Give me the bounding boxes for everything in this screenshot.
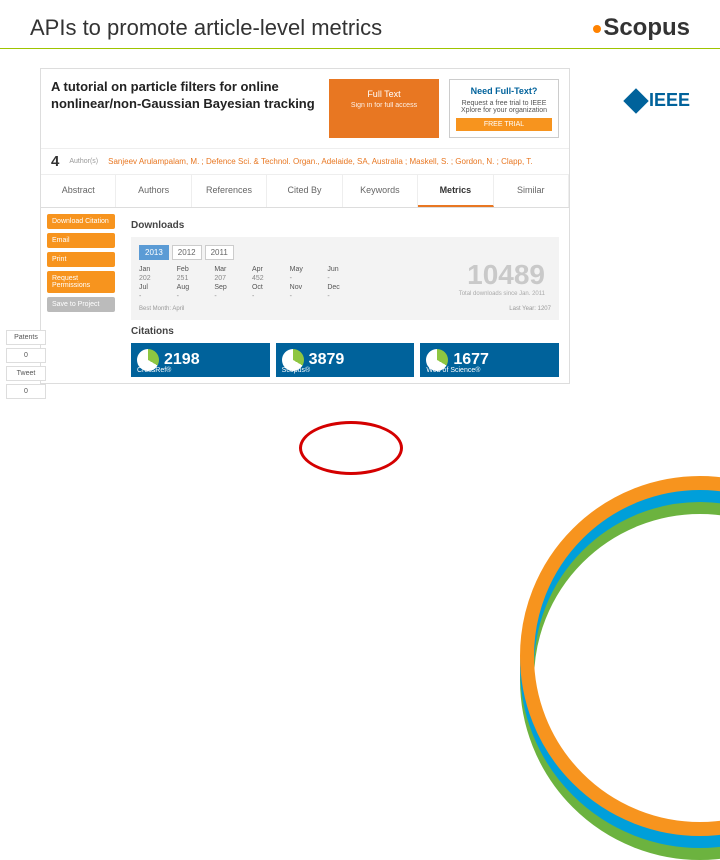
side-print[interactable]: Print (47, 252, 115, 267)
need-title: Need Full-Text? (456, 86, 552, 96)
v-aug: - (177, 293, 209, 300)
share-widgets: Patents 0 Tweet 0 (6, 330, 46, 402)
v-may: - (290, 275, 322, 282)
v-apr: 452 (252, 275, 284, 282)
side-save[interactable]: Save to Project (47, 297, 115, 312)
tab-references[interactable]: References (192, 175, 267, 207)
author-names[interactable]: Sanjeev Arulampalam, M. ; Defence Sci. &… (108, 157, 532, 166)
count-widget-2: 0 (6, 384, 46, 399)
citation-crossref[interactable]: 2198 CrossRef® (131, 343, 270, 377)
fulltext-label: Full Text (333, 89, 435, 99)
metrics-panel: Downloads 2013 2012 2011 Jan Feb Mar Apr… (121, 208, 569, 383)
ieee-diamond-icon (623, 88, 648, 113)
wos-label: Web of Science® (426, 367, 480, 374)
embedded-screenshot: A tutorial on particle filters for onlin… (40, 68, 570, 384)
annotation-circle (299, 421, 403, 475)
fulltext-button[interactable]: Full Text Sign in for full access (329, 79, 439, 138)
article-header: A tutorial on particle filters for onlin… (41, 69, 569, 148)
total-downloads: 10489 (467, 259, 545, 291)
ieee-text: IEEE (649, 90, 690, 111)
downloads-footnote: Best Month: April Last Year: 1207 (139, 306, 551, 312)
downloads-box: 2013 2012 2011 Jan Feb Mar Apr May Jun 2… (131, 237, 559, 320)
author-count-label: Author(s) (69, 158, 98, 165)
mo-oct: Oct (252, 284, 284, 291)
citation-scopus[interactable]: 3879 Scopus® (276, 343, 415, 377)
tab-keywords[interactable]: Keywords (343, 175, 418, 207)
scopus-text: Scopus (603, 14, 690, 41)
tab-metrics[interactable]: Metrics (418, 175, 493, 207)
mo-sep: Sep (214, 284, 246, 291)
mo-nov: Nov (290, 284, 322, 291)
mo-feb: Feb (177, 266, 209, 273)
v-sep: - (214, 293, 246, 300)
action-sidebar: Download Citation Email Print Request Pe… (41, 208, 121, 383)
scopus-label: Scopus® (282, 367, 311, 374)
tab-similar[interactable]: Similar (494, 175, 569, 207)
count-widget-1: 0 (6, 348, 46, 363)
best-month: Best Month: April (139, 306, 184, 312)
last-year: Last Year: 1207 (509, 306, 551, 312)
tweet-button[interactable]: Tweet (6, 366, 46, 381)
tab-authors[interactable]: Authors (116, 175, 191, 207)
scopus-count: 3879 (309, 351, 345, 369)
v-jan: 202 (139, 275, 171, 282)
scopus-logo: Scopus (593, 14, 690, 42)
slide-header: APIs to promote article-level metrics Sc… (0, 0, 720, 49)
v-nov: - (290, 293, 322, 300)
tab-citedby[interactable]: Cited By (267, 175, 342, 207)
year-2013[interactable]: 2013 (139, 245, 169, 260)
mo-dec: Dec (327, 284, 359, 291)
mo-jun: Jun (327, 266, 359, 273)
author-count: 4 (51, 153, 59, 170)
article-title: A tutorial on particle filters for onlin… (51, 79, 319, 138)
v-jul: - (139, 293, 171, 300)
citations-title: Citations (131, 326, 559, 337)
mo-jan: Jan (139, 266, 171, 273)
tab-bar: Abstract Authors References Cited By Key… (41, 175, 569, 208)
v-oct: - (252, 293, 284, 300)
downloads-title: Downloads (131, 220, 559, 231)
total-downloads-label: Total downloads since Jan. 2011 (459, 291, 545, 297)
v-mar: 207 (214, 275, 246, 282)
slide-title: APIs to promote article-level metrics (30, 15, 382, 41)
decorative-swoosh (440, 440, 720, 600)
v-jun: - (327, 275, 359, 282)
need-sub: Request a free trial to IEEE Xplore for … (456, 100, 552, 114)
year-2011[interactable]: 2011 (205, 245, 234, 260)
ieee-logo: IEEE (627, 90, 690, 111)
patents-widget[interactable]: Patents (6, 330, 46, 345)
side-download[interactable]: Download Citation (47, 214, 115, 229)
v-dec: - (327, 293, 359, 300)
mo-aug: Aug (177, 284, 209, 291)
month-grid: Jan Feb Mar Apr May Jun 202 251 207 452 … (139, 266, 359, 300)
mo-may: May (290, 266, 322, 273)
authors-row: 4 Author(s) Sanjeev Arulampalam, M. ; De… (41, 148, 569, 175)
side-permissions[interactable]: Request Permissions (47, 271, 115, 293)
side-email[interactable]: Email (47, 233, 115, 248)
year-2012[interactable]: 2012 (172, 245, 202, 260)
mo-apr: Apr (252, 266, 284, 273)
crossref-label: CrossRef® (137, 367, 171, 374)
year-tabs: 2013 2012 2011 (139, 245, 551, 260)
content-area: Download Citation Email Print Request Pe… (41, 208, 569, 383)
fulltext-sub: Sign in for full access (333, 102, 435, 109)
mo-mar: Mar (214, 266, 246, 273)
free-trial-button[interactable]: FREE TRIAL (456, 118, 552, 131)
citation-wos[interactable]: 1677 Web of Science® (420, 343, 559, 377)
tab-abstract[interactable]: Abstract (41, 175, 116, 207)
mo-jul: Jul (139, 284, 171, 291)
citations-row: 2198 CrossRef® 3879 Scopus® 1677 Web of … (131, 343, 559, 377)
need-fulltext-box: Need Full-Text? Request a free trial to … (449, 79, 559, 138)
v-feb: 251 (177, 275, 209, 282)
